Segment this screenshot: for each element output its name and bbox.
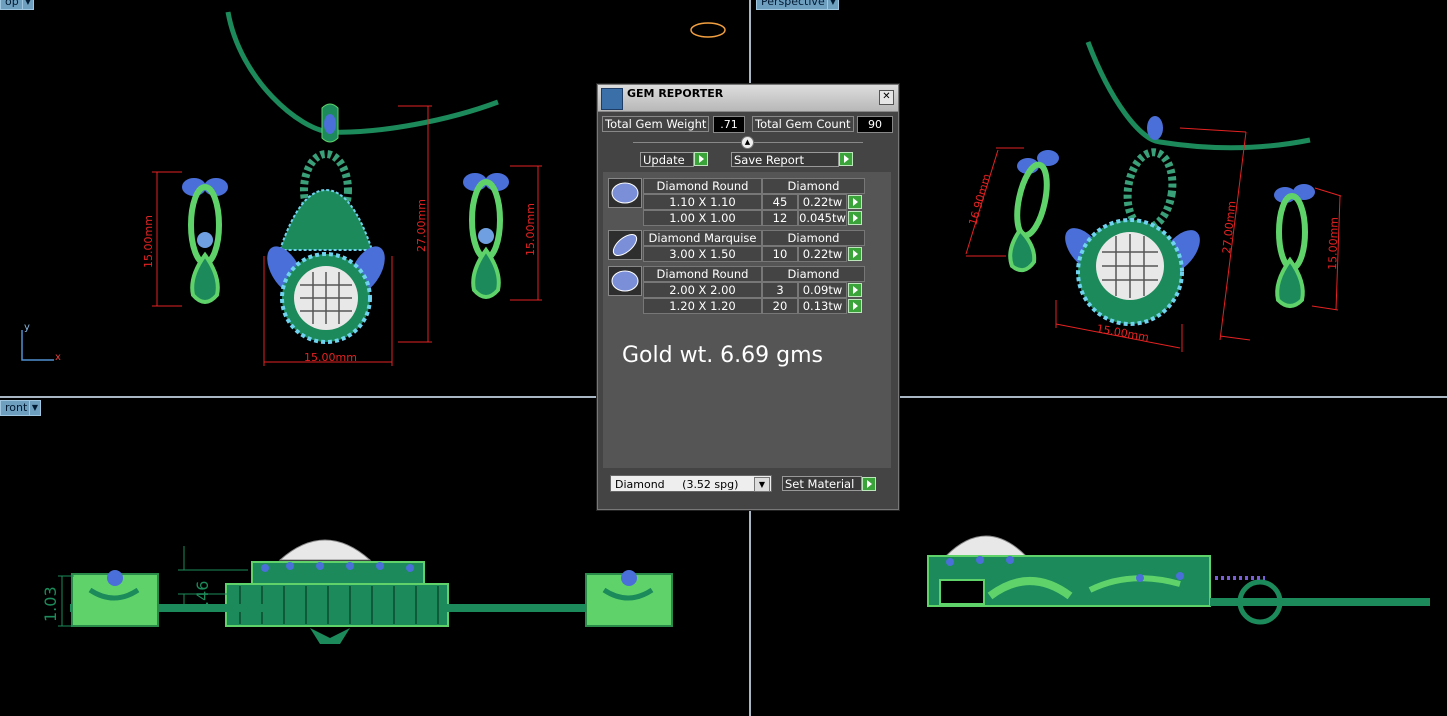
viewport-label-perspective[interactable]: Perspective	[756, 0, 830, 10]
group0-row1-count: 12	[762, 210, 798, 226]
persp-dim-pendant-width: 15.00mm	[1095, 322, 1149, 344]
dim-right-earring: 15.00mm	[524, 203, 537, 256]
group1-row0-go-icon[interactable]	[848, 247, 862, 261]
group2-shape: Diamond Round	[643, 266, 762, 282]
material-select[interactable]: Diamond (3.52 spg) ▼	[610, 475, 772, 492]
perspective-view-drawing: 16.90mm 27.00mm 15.00mm 15.00mm	[965, 41, 1342, 352]
group0-row1-go-icon[interactable]	[848, 211, 862, 225]
gem-reporter-title: GEM REPORTER	[627, 87, 724, 100]
persp-dim-right-earring: 15.00mm	[1326, 217, 1341, 270]
set-material-button[interactable]: Set Material	[782, 476, 862, 491]
front-view-drawing: 1.03 .46	[41, 539, 673, 644]
right-view-drawing	[927, 535, 1430, 625]
group0-row1-weight: 0.045tw	[798, 210, 847, 226]
viewport-label-front[interactable]: ront	[0, 400, 33, 416]
axis-x-label: x	[55, 352, 61, 363]
dim-left-earring: 15.00mm	[142, 215, 155, 268]
chain	[225, 11, 499, 135]
save-report-button[interactable]: Save Report	[731, 152, 839, 167]
group2-row0-go-icon[interactable]	[848, 283, 862, 297]
viewport-menu-front-arrow[interactable]: ▼	[29, 400, 41, 416]
group1-row0-weight: 0.22tw	[798, 246, 847, 262]
front-right-earring	[585, 570, 673, 627]
total-gem-weight-label: Total Gem Weight	[602, 116, 710, 132]
round-gem-icon	[608, 178, 642, 208]
right-earring	[463, 173, 509, 299]
marquise-gem-icon	[608, 230, 642, 260]
group0-row1-size: 1.00 X 1.00	[643, 210, 762, 226]
chevron-down-icon[interactable]: ▼	[754, 477, 770, 492]
gem-table: Diamond Round Diamond 1.10 X 1.10 45 0.2…	[603, 172, 891, 468]
axis-y-label: y	[24, 322, 30, 333]
group0-row0-weight: 0.22tw	[798, 194, 847, 210]
group1-material: Diamond	[762, 230, 865, 246]
group2-row0-count: 3	[762, 282, 798, 298]
viewport-label-top[interactable]: op	[0, 0, 24, 10]
front-dim-a: 1.03	[41, 586, 60, 622]
group0-shape: Diamond Round	[643, 178, 762, 194]
round-gem-svg	[611, 182, 639, 204]
persp-left-earring	[1008, 150, 1059, 273]
pendant-crown	[278, 188, 374, 251]
total-gem-weight-value: .71	[713, 116, 745, 133]
marquise-gem-svg	[612, 234, 638, 256]
gold-weight-text: Gold wt. 6.69 gms	[622, 343, 824, 368]
update-button[interactable]: Update	[640, 152, 694, 167]
gem-reporter-titlebar[interactable]: GEM REPORTER ✕	[598, 85, 898, 112]
group0-row0-size: 1.10 X 1.10	[643, 194, 762, 210]
round-gem-svg-2	[611, 270, 639, 292]
front-left-earring	[71, 570, 159, 627]
group1-shape: Diamond Marquise	[643, 230, 762, 246]
front-dim-b: .46	[193, 581, 212, 606]
update-go-icon[interactable]	[694, 152, 708, 166]
dim-pendant-height: 27.00mm	[415, 199, 428, 252]
viewport-menu-perspective-arrow[interactable]: ▼	[827, 0, 839, 10]
persp-dim-pendant-height: 27.00mm	[1220, 200, 1238, 254]
group0-row0-go-icon[interactable]	[848, 195, 862, 209]
group2-row1-go-icon[interactable]	[848, 299, 862, 313]
group2-row0-weight: 0.09tw	[798, 282, 847, 298]
total-gem-count-label: Total Gem Count	[752, 116, 854, 132]
group2-row1-weight: 0.13tw	[798, 298, 847, 314]
group2-row0-size: 2.00 X 2.00	[643, 282, 762, 298]
collapse-icon[interactable]: ▲	[741, 136, 754, 149]
viewport-menu-top-arrow[interactable]: ▼	[22, 0, 34, 10]
gem-reporter-logo-icon	[601, 88, 623, 110]
left-earring	[182, 178, 228, 304]
group2-row1-size: 1.20 X 1.20	[643, 298, 762, 314]
close-icon[interactable]: ✕	[879, 90, 894, 105]
persp-dim-left-earring: 16.90mm	[966, 172, 993, 226]
persp-right-earring	[1274, 184, 1315, 308]
group2-material: Diamond	[762, 266, 865, 282]
group1-row0-size: 3.00 X 1.50	[643, 246, 762, 262]
save-report-go-icon[interactable]	[839, 152, 853, 166]
total-gem-count-value: 90	[857, 116, 893, 133]
group2-row1-count: 20	[762, 298, 798, 314]
group0-row0-count: 45	[762, 194, 798, 210]
material-select-value: Diamond (3.52 spg)	[615, 478, 739, 491]
gem-reporter-panel: GEM REPORTER ✕ Total Gem Weight .71 Tota…	[597, 84, 899, 510]
group1-row0-count: 10	[762, 246, 798, 262]
group0-material: Diamond	[762, 178, 865, 194]
dim-pendant-width: 15.00mm	[304, 351, 357, 364]
set-material-go-icon[interactable]	[862, 477, 876, 491]
round-gem-icon-2	[608, 266, 642, 296]
